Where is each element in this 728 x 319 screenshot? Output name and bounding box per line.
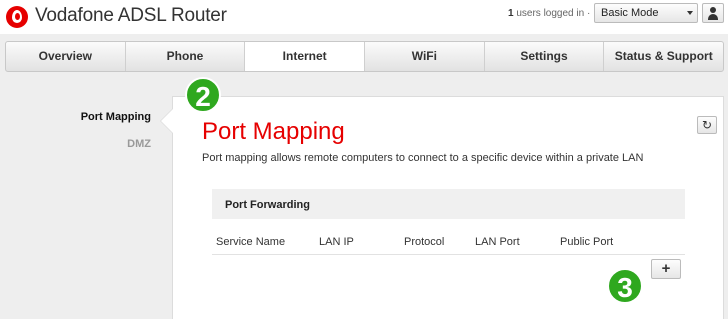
- header: Vodafone ADSL Router 1 users logged in ·…: [0, 0, 728, 34]
- chevron-down-icon: [687, 11, 693, 15]
- column-header-lan-port: LAN Port: [475, 236, 520, 248]
- tab-phone[interactable]: Phone: [126, 42, 246, 71]
- column-header-service-name: Service Name: [216, 236, 286, 248]
- subnav-item-dmz[interactable]: DMZ: [60, 138, 151, 150]
- user-icon: [710, 7, 716, 13]
- app-title: Vodafone ADSL Router: [35, 5, 227, 26]
- plus-icon: +: [661, 260, 671, 277]
- table-divider: [212, 254, 685, 255]
- add-rule-button[interactable]: +: [651, 259, 681, 279]
- tab-status-support[interactable]: Status & Support: [604, 42, 723, 71]
- user-menu-button[interactable]: [702, 3, 724, 23]
- mode-select-value: Basic Mode: [601, 7, 659, 19]
- refresh-icon: ↻: [701, 118, 713, 132]
- mode-select[interactable]: Basic Mode: [594, 3, 698, 23]
- subnav-item-port-mapping[interactable]: Port Mapping: [60, 111, 151, 123]
- users-logged-in: 1 users logged in ·: [508, 8, 590, 19]
- section-title: Port Forwarding: [225, 199, 310, 211]
- main-nav: Overview Phone Internet WiFi Settings St…: [5, 41, 724, 72]
- page-title: Port Mapping: [202, 118, 345, 145]
- page-description: Port mapping allows remote computers to …: [202, 152, 644, 164]
- step-marker-3: 3: [607, 268, 643, 304]
- column-header-public-port: Public Port: [560, 236, 614, 248]
- column-header-protocol: Protocol: [404, 236, 445, 248]
- users-text: users logged in ·: [516, 8, 591, 19]
- refresh-button[interactable]: ↻: [697, 116, 717, 134]
- tab-overview[interactable]: Overview: [6, 42, 126, 71]
- column-header-lan-ip: LAN IP: [319, 236, 354, 248]
- vodafone-logo-icon: [6, 6, 28, 28]
- step-marker-2: 2: [185, 77, 221, 113]
- tab-wifi[interactable]: WiFi: [365, 42, 485, 71]
- tab-settings[interactable]: Settings: [485, 42, 605, 71]
- users-count: 1: [508, 8, 514, 19]
- tab-internet[interactable]: Internet: [245, 42, 366, 71]
